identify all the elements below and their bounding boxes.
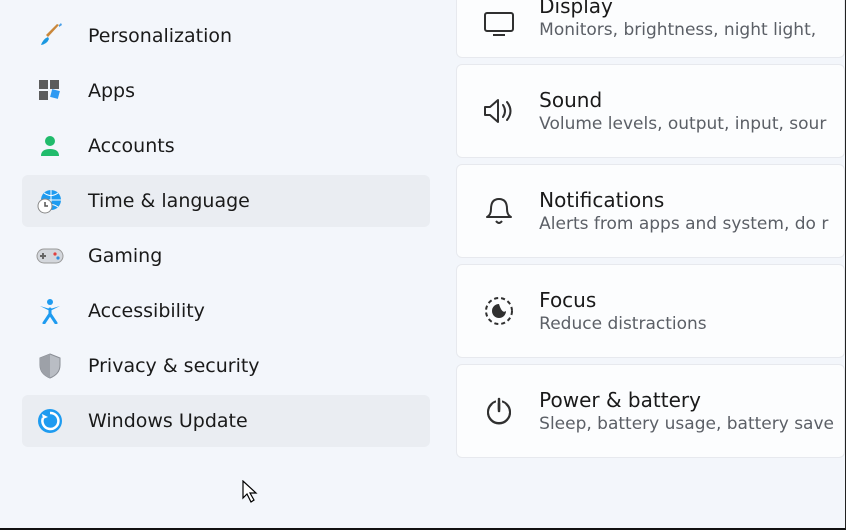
card-title: Display [539,0,816,19]
card-sound[interactable]: Sound Volume levels, output, input, sour [456,64,845,158]
sidebar-item-label: Accounts [88,135,175,157]
card-subtitle: Monitors, brightness, night light, [539,19,816,41]
speaker-icon [477,89,521,133]
accessibility-icon [36,297,64,325]
card-display[interactable]: Display Monitors, brightness, night ligh… [456,0,845,58]
card-power-battery[interactable]: Power & battery Sleep, battery usage, ba… [456,364,845,458]
power-icon [477,389,521,433]
monitor-icon [477,3,521,47]
card-title: Focus [539,287,707,313]
sidebar-item-label: Time & language [88,190,250,212]
sidebar-item-accounts[interactable]: Accounts [22,120,430,172]
sidebar-item-label: Privacy & security [88,355,260,377]
paintbrush-icon [36,22,64,50]
settings-sidebar: Personalization Apps Accounts [0,0,450,528]
apps-icon [36,77,64,105]
card-title: Power & battery [539,387,834,413]
sidebar-item-gaming[interactable]: Gaming [22,230,430,282]
sidebar-item-windows-update[interactable]: Windows Update [22,395,430,447]
card-focus[interactable]: Focus Reduce distractions [456,264,845,358]
bell-icon [477,189,521,233]
focus-icon [477,289,521,333]
person-icon [36,132,64,160]
sidebar-item-apps[interactable]: Apps [22,65,430,117]
sidebar-item-personalization[interactable]: Personalization [22,10,430,62]
card-subtitle: Alerts from apps and system, do r [539,213,828,235]
card-notifications[interactable]: Notifications Alerts from apps and syste… [456,164,845,258]
shield-icon [36,352,64,380]
sidebar-item-label: Apps [88,80,135,102]
sidebar-item-accessibility[interactable]: Accessibility [22,285,430,337]
card-subtitle: Sleep, battery usage, battery save [539,413,834,435]
sidebar-item-privacy-security[interactable]: Privacy & security [22,340,430,392]
update-sync-icon [36,407,64,435]
sidebar-item-time-language[interactable]: Time & language [22,175,430,227]
sidebar-item-label: Accessibility [88,300,205,322]
sidebar-item-label: Windows Update [88,410,248,432]
gamepad-icon [36,242,64,270]
card-title: Sound [539,87,826,113]
sidebar-item-label: Gaming [88,245,162,267]
card-title: Notifications [539,187,828,213]
sidebar-item-label: Personalization [88,25,232,47]
card-subtitle: Reduce distractions [539,313,707,335]
globe-clock-icon [36,187,64,215]
card-subtitle: Volume levels, output, input, sour [539,113,826,135]
system-settings-list: Display Monitors, brightness, night ligh… [456,0,845,528]
